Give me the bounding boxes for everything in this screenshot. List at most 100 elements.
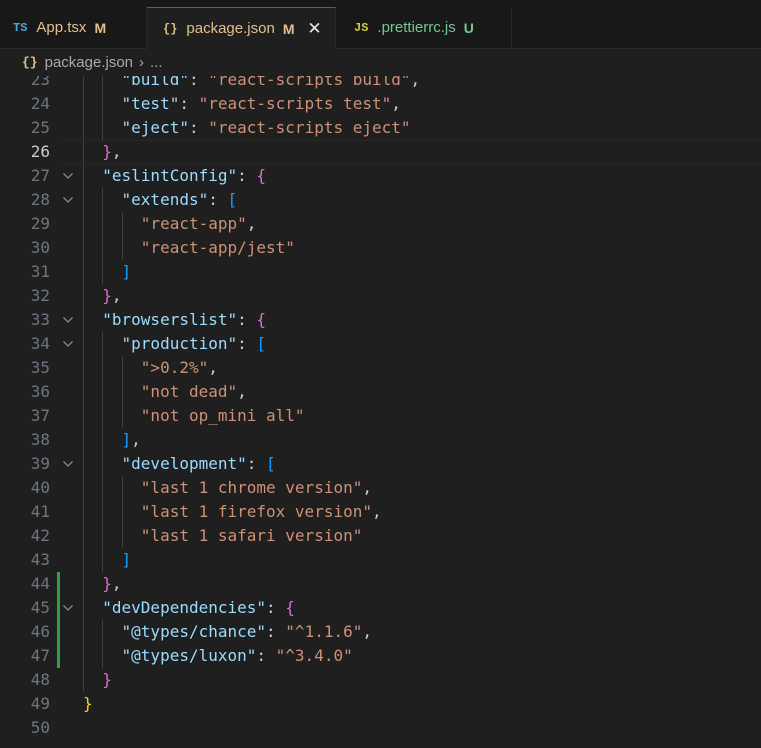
line-number: 37 — [30, 406, 50, 425]
chevron-right-icon: › — [139, 54, 145, 71]
code-line[interactable]: 39 "development": [ — [0, 452, 761, 476]
code-line[interactable]: 23 "build": "react-scripts build", — [0, 76, 761, 92]
code-editor[interactable]: 23 "build": "react-scripts build", 24 "te… — [0, 76, 761, 748]
fold-chevron-icon[interactable] — [62, 596, 74, 620]
tab-label: package.json — [186, 20, 275, 37]
line-number: 23 — [30, 76, 50, 89]
code-line[interactable]: 25 "eject": "react-scripts eject" — [0, 116, 761, 140]
code-line[interactable]: 45 "devDependencies": { — [0, 596, 761, 620]
code-text: ], — [121, 430, 141, 449]
modified-badge: M — [282, 20, 295, 37]
code-line[interactable]: 48 } — [0, 668, 761, 692]
fold-chevron-icon[interactable] — [62, 188, 74, 212]
code-line[interactable]: 36 "not dead", — [0, 380, 761, 404]
code-line[interactable]: 33 "browserslist": { — [0, 308, 761, 332]
line-number: 32 — [30, 286, 50, 305]
code-text: } — [102, 670, 112, 689]
line-number: 42 — [30, 526, 50, 545]
line-number: 24 — [30, 94, 50, 113]
tab-label: .prettierrc.js — [377, 19, 456, 36]
modified-gutter-indicator[interactable] — [57, 620, 60, 644]
code-line[interactable]: 24 "test": "react-scripts test", — [0, 92, 761, 116]
tab-app-tsx[interactable]: TS App.tsx M — [0, 7, 147, 48]
code-text: } — [83, 694, 93, 713]
code-line[interactable]: 41 "last 1 firefox version", — [0, 500, 761, 524]
fold-chevron-icon[interactable] — [62, 164, 74, 188]
code-line[interactable]: 27 "eslintConfig": { — [0, 164, 761, 188]
line-number: 49 — [30, 694, 50, 713]
code-line[interactable]: 37 "not op_mini all" — [0, 404, 761, 428]
code-text: "not op_mini all" — [140, 406, 305, 425]
line-number: 41 — [30, 502, 50, 521]
modified-gutter-indicator[interactable] — [57, 596, 60, 620]
code-line[interactable]: 50 — [0, 716, 761, 740]
breadcrumb-file[interactable]: package.json — [45, 54, 133, 71]
code-text: "last 1 chrome version", — [140, 478, 372, 497]
code-text: "eject": "react-scripts eject" — [121, 118, 411, 137]
line-number: 44 — [30, 574, 50, 593]
breadcrumb-more[interactable]: ... — [150, 54, 163, 71]
code-text: "@types/chance": "^1.1.6", — [121, 622, 372, 641]
code-text: }, — [102, 574, 122, 593]
line-number: 25 — [30, 118, 50, 137]
close-icon[interactable]: ✕ — [304, 19, 324, 39]
code-text: }, — [102, 286, 122, 305]
code-text: "last 1 safari version" — [140, 526, 363, 545]
line-number: 34 — [30, 334, 50, 353]
code-line[interactable]: 30 "react-app/jest" — [0, 236, 761, 260]
tab-label: App.tsx — [36, 19, 87, 36]
code-text: }, — [102, 142, 122, 161]
line-number: 43 — [30, 550, 50, 569]
code-line[interactable]: 35 ">0.2%", — [0, 356, 761, 380]
code-text: "production": [ — [121, 334, 267, 353]
code-text: "react-app/jest" — [140, 238, 295, 257]
line-number: 33 — [30, 310, 50, 329]
code-line[interactable]: 44 }, — [0, 572, 761, 596]
line-number: 45 — [30, 598, 50, 617]
code-text: ] — [121, 550, 132, 569]
code-line[interactable]: 28 "extends": [ — [0, 188, 761, 212]
code-text: "not dead", — [140, 382, 247, 401]
fold-chevron-icon[interactable] — [62, 452, 74, 476]
line-number: 36 — [30, 382, 50, 401]
line-number: 50 — [30, 718, 50, 737]
code-text: "last 1 firefox version", — [140, 502, 382, 521]
breadcrumb: {} package.json › ... — [0, 49, 761, 76]
code-line[interactable]: 40 "last 1 chrome version", — [0, 476, 761, 500]
code-line[interactable]: 49} — [0, 692, 761, 716]
code-line[interactable]: 46 "@types/chance": "^1.1.6", — [0, 620, 761, 644]
line-number: 48 — [30, 670, 50, 689]
tab-prettierrc-js[interactable]: JS .prettierrc.js U — [336, 7, 512, 48]
tab-package-json[interactable]: {} package.json M ✕ — [147, 7, 336, 49]
code-line[interactable]: 42 "last 1 safari version" — [0, 524, 761, 548]
modified-badge: M — [94, 19, 107, 36]
line-number: 40 — [30, 478, 50, 497]
fold-chevron-icon[interactable] — [62, 332, 74, 356]
code-line[interactable]: 47 "@types/luxon": "^3.4.0" — [0, 644, 761, 668]
code-text: "eslintConfig": { — [102, 166, 267, 185]
fold-chevron-icon[interactable] — [62, 308, 74, 332]
code-line[interactable]: 38 ], — [0, 428, 761, 452]
code-line[interactable]: 34 "production": [ — [0, 332, 761, 356]
json-file-icon: {} — [163, 21, 178, 36]
code-line[interactable]: 31 ] — [0, 260, 761, 284]
code-line[interactable]: 26 }, — [0, 140, 761, 164]
code-text: "extends": [ — [121, 190, 238, 209]
line-number: 29 — [30, 214, 50, 233]
code-text: "@types/luxon": "^3.4.0" — [121, 646, 353, 665]
code-line[interactable]: 29 "react-app", — [0, 212, 761, 236]
line-number: 28 — [30, 190, 50, 209]
code-text: "development": [ — [121, 454, 276, 473]
line-number: 46 — [30, 622, 50, 641]
line-number: 30 — [30, 238, 50, 257]
code-text: ] — [121, 262, 132, 281]
code-line[interactable]: 43 ] — [0, 548, 761, 572]
line-number: 31 — [30, 262, 50, 281]
code-line[interactable]: 32 }, — [0, 284, 761, 308]
typescript-file-icon: TS — [13, 20, 28, 35]
modified-gutter-indicator[interactable] — [57, 644, 60, 668]
line-number: 26 — [30, 142, 50, 161]
code-text: ">0.2%", — [140, 358, 218, 377]
modified-gutter-indicator[interactable] — [57, 572, 60, 596]
line-number: 35 — [30, 358, 50, 377]
